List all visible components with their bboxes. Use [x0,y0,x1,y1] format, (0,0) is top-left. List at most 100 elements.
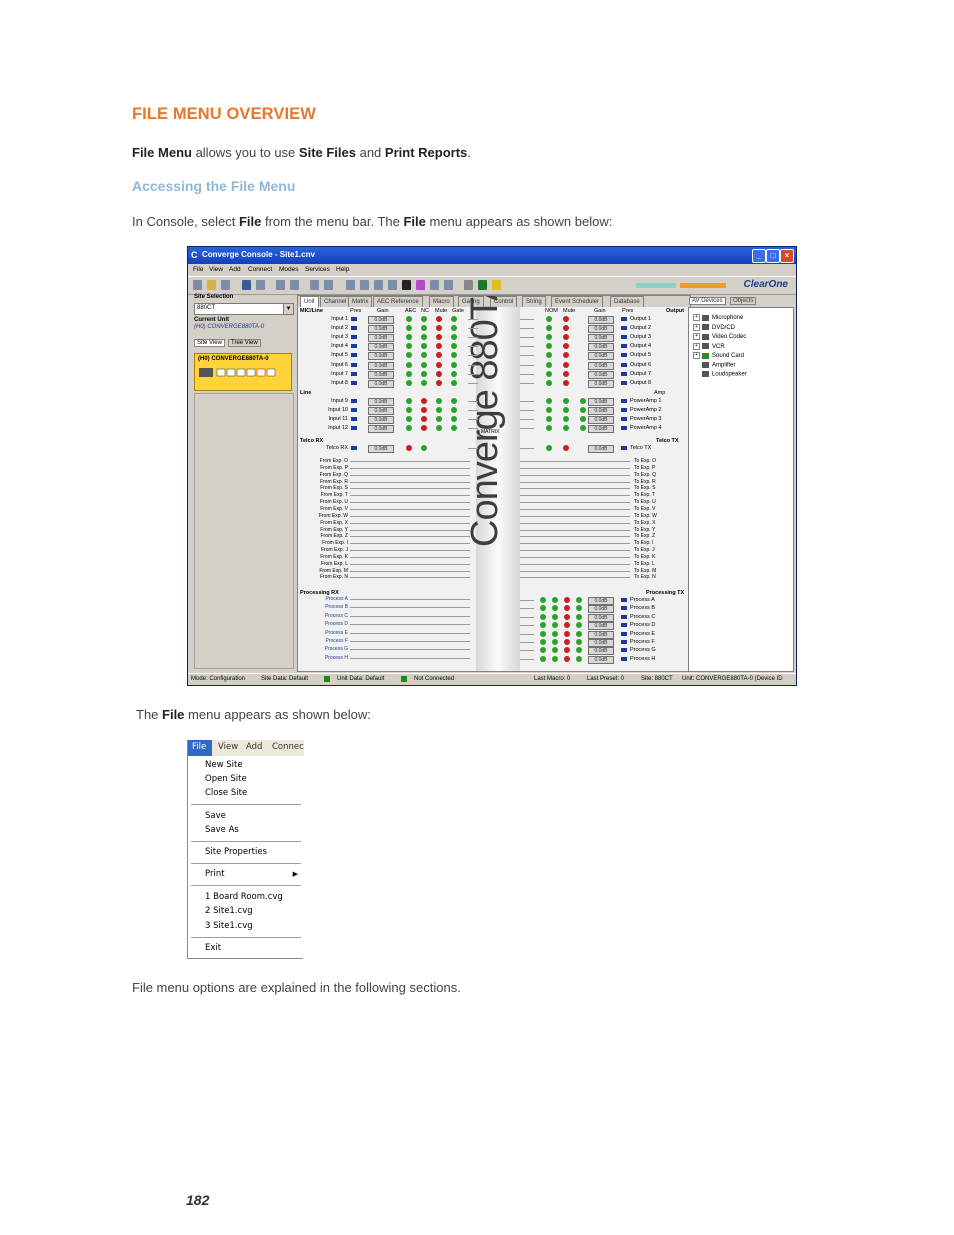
status-led[interactable] [564,647,570,654]
toolbar-icon[interactable] [374,280,383,290]
status-led[interactable] [564,613,570,620]
status-led[interactable] [421,398,427,404]
status-led[interactable] [421,343,427,350]
status-led[interactable] [563,370,569,377]
chevron-down-icon[interactable]: ▼ [283,304,293,314]
gain-field[interactable]: 0.0dB [368,379,394,388]
status-led[interactable] [576,605,582,612]
status-led[interactable] [580,425,586,431]
gain-field[interactable]: 0.0dB [588,416,614,424]
expand-icon[interactable]: + [693,323,700,331]
toolbar-icon[interactable] [402,280,411,290]
status-led[interactable] [451,343,457,350]
status-led[interactable] [421,316,427,322]
status-led[interactable] [436,416,442,422]
gain-field[interactable]: 0.0dB [368,325,394,334]
menu-connect[interactable]: Connect [248,266,272,273]
gain-field[interactable]: 0.0dB [588,605,614,614]
status-led[interactable] [436,407,442,413]
status-led[interactable] [451,334,457,341]
preset-icon[interactable] [351,362,357,367]
toolbar-icon[interactable] [430,280,439,290]
status-led[interactable] [436,343,442,350]
preset-icon[interactable] [621,362,627,367]
maximize-icon[interactable]: □ [766,249,780,263]
menu-item-open-site[interactable]: Open Site [205,774,247,784]
status-led[interactable] [546,370,552,377]
status-led[interactable] [406,352,412,359]
menu-item-save[interactable]: Save [205,811,226,821]
gain-field[interactable]: 0.0dB [588,630,614,639]
menu-add[interactable]: Add [246,742,262,752]
status-led[interactable] [546,398,552,404]
preset-icon[interactable] [621,623,627,628]
status-led[interactable] [436,325,442,332]
gain-field[interactable]: 0.0dB [368,370,394,379]
status-led[interactable] [552,605,558,612]
preset-icon[interactable] [621,326,627,331]
status-led[interactable] [546,445,552,451]
status-led[interactable] [552,655,558,662]
status-led[interactable] [546,352,552,359]
gain-field[interactable]: 0.0dB [588,361,614,370]
status-led[interactable] [546,343,552,350]
gain-field[interactable]: 0.0dB [368,334,394,343]
status-led[interactable] [451,398,457,404]
gain-field[interactable]: 0.0dB [588,398,614,406]
preset-icon[interactable] [351,335,357,340]
status-led[interactable] [563,325,569,332]
status-led[interactable] [564,597,570,603]
status-led[interactable] [436,425,442,431]
tree-item-microphone[interactable]: + Microphone [693,314,747,324]
tab-channel[interactable]: Channel [320,296,351,307]
gain-field[interactable]: 0.0dB [588,334,614,343]
status-led[interactable] [421,379,427,386]
status-led[interactable] [421,407,427,413]
preset-icon[interactable] [621,344,627,349]
menu-item-recent-2[interactable]: 2 Site1.cvg [205,906,253,916]
status-led[interactable] [406,379,412,386]
gain-field[interactable]: 0.0dB [368,352,394,361]
open-folder-icon[interactable] [207,280,216,290]
preset-icon[interactable] [621,614,627,619]
tree-item-loudspeaker[interactable]: Loudspeaker [693,371,747,381]
status-led[interactable] [406,334,412,341]
toolbar-icon[interactable] [464,280,473,290]
status-led[interactable] [451,407,457,413]
status-led[interactable] [406,416,412,422]
gain-field[interactable]: 0.0dB [588,370,614,379]
preset-icon[interactable] [621,380,627,385]
gain-field[interactable]: 0.0dB [588,597,614,605]
status-led[interactable] [564,639,570,645]
menu-item-new-site[interactable]: New Site [205,760,243,770]
status-led[interactable] [406,425,412,431]
status-led[interactable] [546,325,552,332]
status-led[interactable] [546,416,552,422]
preset-icon[interactable] [621,446,627,450]
preset-icon[interactable] [621,371,627,376]
gain-field[interactable]: 0.0dB [368,407,394,415]
status-led[interactable] [552,613,558,620]
status-led[interactable] [563,425,569,431]
tab-av-devices[interactable]: AV Devices [689,297,726,305]
status-led[interactable] [552,639,558,645]
tab-string[interactable]: String [522,296,546,307]
preset-icon[interactable] [351,353,357,358]
status-led[interactable] [436,398,442,404]
status-led[interactable] [563,398,569,404]
tree-item-video-codec[interactable]: + Video Codec [693,333,747,343]
tab-macro[interactable]: Macro [429,296,454,307]
status-led[interactable] [540,630,546,637]
preset-icon[interactable] [621,598,627,602]
preset-icon[interactable] [351,326,357,331]
toolbar-icon[interactable] [256,280,265,290]
status-led[interactable] [540,639,546,645]
status-led[interactable] [406,370,412,377]
gain-field[interactable]: 0.0dB [588,613,614,622]
status-led[interactable] [576,622,582,629]
status-led[interactable] [421,445,427,451]
status-led[interactable] [421,370,427,377]
status-led[interactable] [576,630,582,637]
tab-matrix[interactable]: Matrix [348,296,373,307]
tree-item-vcr[interactable]: + VCR [693,342,747,353]
